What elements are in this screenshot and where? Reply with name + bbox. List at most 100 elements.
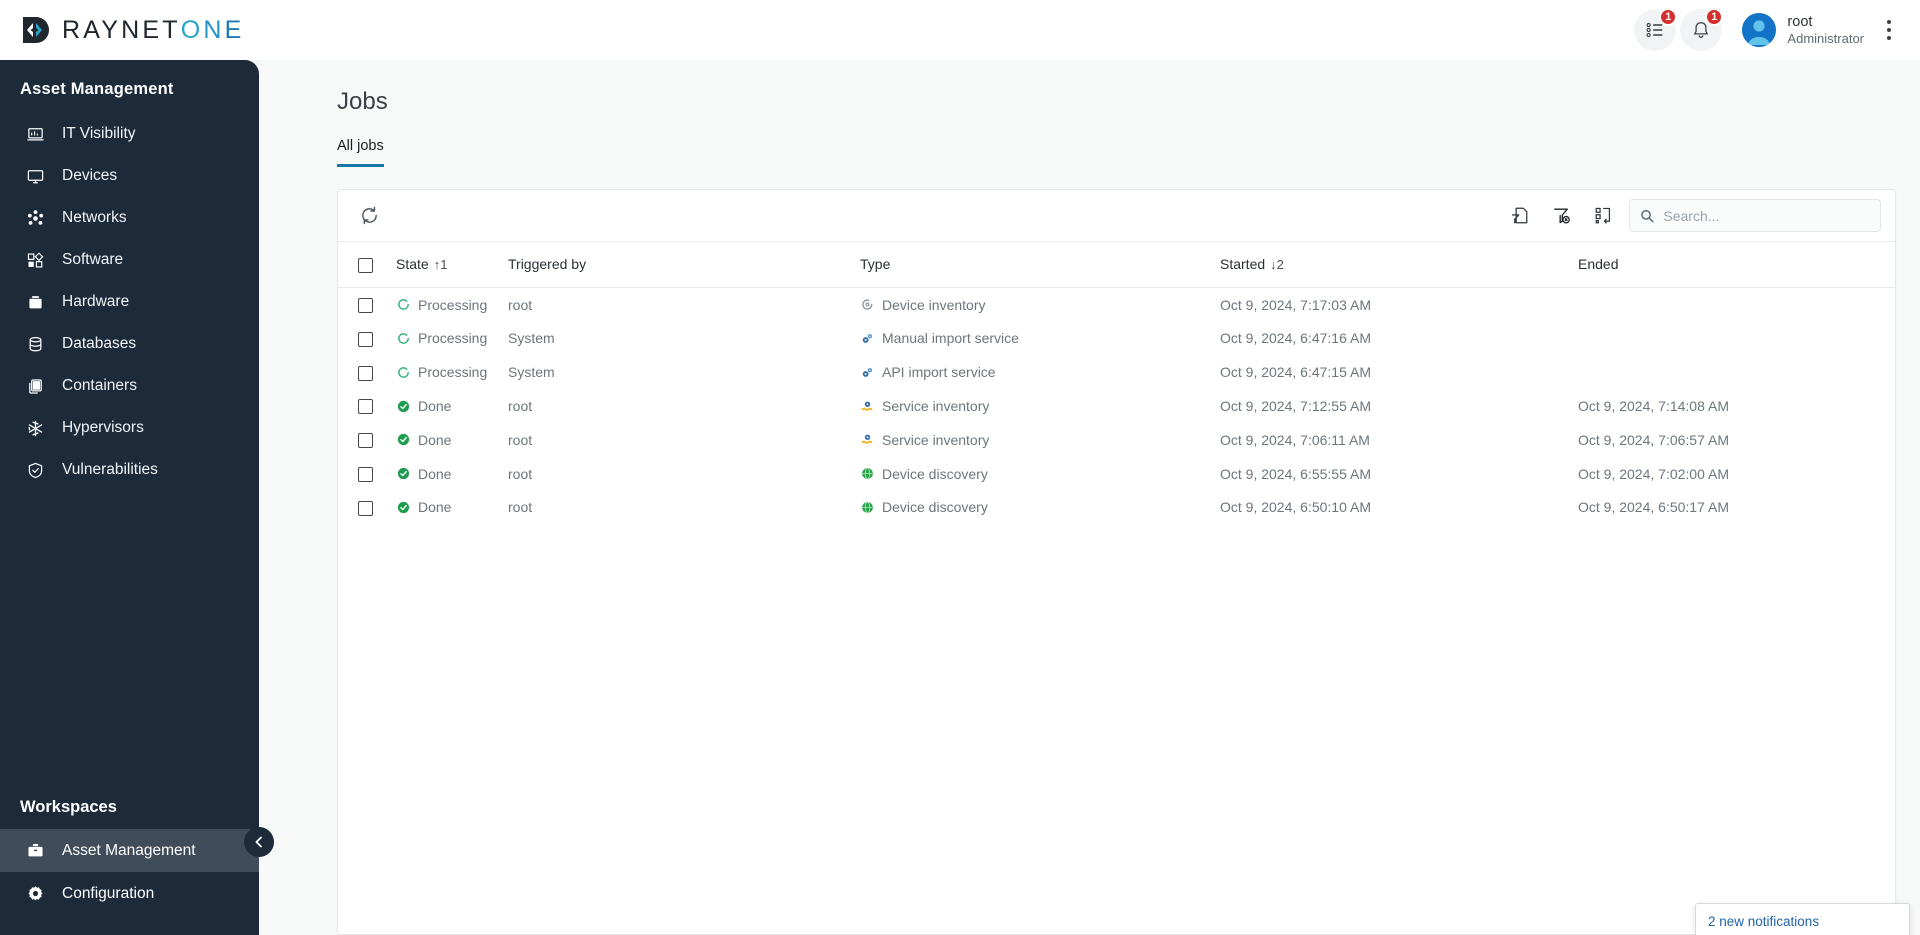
sidebar-workspace-configuration[interactable]: Configuration [0,872,259,915]
check-circle-icon [396,433,410,447]
cell-started: Oct 9, 2024, 6:47:15 AM [1220,364,1371,381]
spinner-icon [396,331,410,345]
table-row[interactable]: Processing root Device inventory Oct 9, … [338,287,1895,321]
sidebar-item-label: Networks [62,209,127,226]
sidebar-item-databases[interactable]: Databases [0,323,259,365]
toolbar-right-group [1503,199,1881,232]
brand-name-e: E [224,15,245,44]
sidebar-collapse-button[interactable] [244,827,274,857]
column-header-triggered-by[interactable]: Triggered by [508,242,860,288]
column-header-ended[interactable]: Ended [1578,242,1895,288]
shield-check-icon [25,460,46,481]
cell-type: Device inventory [860,287,1220,321]
search-input[interactable] [1663,207,1870,224]
cell-state: Done [396,491,508,525]
sidebar-item-containers[interactable]: Containers [0,365,259,407]
check-circle-icon [396,500,410,514]
task-list-button[interactable]: 1 [1634,8,1678,51]
sidebar-item-hardware[interactable]: Hardware [0,281,259,323]
column-label-triggered-by: Triggered by [508,256,587,273]
state-label: Processing [418,364,488,381]
sidebar-bottom-padding [0,915,259,935]
check-circle-icon [396,467,410,481]
top-bar-actions: 1 1 root Administrator [1634,8,1902,51]
tab-label: All jobs [337,138,384,154]
type-label: Device discovery [882,465,988,482]
refresh-button[interactable] [354,201,384,231]
table-row[interactable]: Processing System Manual import service … [338,322,1895,356]
tab-all-jobs[interactable]: All jobs [337,138,384,167]
row-checkbox[interactable] [358,467,373,483]
row-checkbox[interactable] [358,331,373,347]
table-row[interactable]: Done root Device discovery Oct 9, 2024, … [338,491,1895,525]
sidebar-item-vulnerabilities[interactable]: Vulnerabilities [0,449,259,491]
sidebar-item-label: Vulnerabilities [62,461,158,478]
row-checkbox[interactable] [358,500,373,516]
page-title: Jobs [337,88,388,115]
type-label: Device inventory [882,296,986,313]
import-service-icon [860,365,874,379]
search-icon [1641,209,1654,222]
brand-name-n: N [203,15,225,44]
table-row[interactable]: Done root Service inventory Oct 9, 2024,… [338,389,1895,423]
sidebar-section-title: Asset Management [20,80,174,98]
notification-toast[interactable]: 2 new notifications [1695,903,1910,935]
network-nodes-icon [25,208,46,229]
column-label-ended: Ended [1578,256,1619,273]
type-label: API import service [882,364,996,381]
cell-started: Oct 9, 2024, 7:12:55 AM [1220,398,1371,415]
row-checkbox[interactable] [358,433,373,449]
sidebar-workspaces-title: Workspaces [20,798,117,816]
reset-columns-button[interactable] [1587,200,1619,232]
user-name: root [1787,13,1813,30]
notifications-button[interactable]: 1 [1680,8,1724,51]
sidebar-item-label: Hardware [62,293,130,310]
user-menu[interactable]: root Administrator [1742,13,1864,47]
column-header-type[interactable]: Type [860,242,1220,288]
brand-name-o: O [180,15,204,44]
column-header-state[interactable]: State ↑1 [396,242,508,288]
table-row[interactable]: Done root Service inventory Oct 9, 2024,… [338,423,1895,457]
jobs-table-head: State ↑1 Triggered by Type Started ↓2 En… [338,242,1895,288]
column-header-started[interactable]: Started ↓2 [1220,242,1578,288]
jobs-panel: State↑1 Triggered by Type Started↓2 [337,189,1896,935]
row-checkbox[interactable] [358,298,373,314]
refresh-icon [361,206,377,225]
sidebar-item-software[interactable]: Software [0,239,259,281]
top-bar: RAYNET O N E 1 1 root Administrator [0,0,1920,60]
brand-logo[interactable]: RAYNET O N E [20,14,245,46]
sidebar-workspace-asset-management[interactable]: Asset Management [0,829,259,872]
reset-columns-icon [1595,207,1610,224]
cell-started: Oct 9, 2024, 7:17:03 AM [1220,296,1371,313]
sidebar-item-hypervisors[interactable]: Hypervisors [0,407,259,449]
cell-triggered-by: root [508,465,533,482]
avatar [1742,13,1777,47]
state-label: Processing [418,330,488,347]
cell-type: API import service [860,355,1220,389]
panel-toolbar [338,190,1895,242]
row-checkbox[interactable] [358,365,373,381]
save-filter-icon [1511,207,1527,224]
cell-state: Processing [396,355,508,389]
column-label-state: State [396,256,429,273]
containers-icon [25,376,46,397]
check-circle-icon [396,399,410,413]
jobs-table-body: Processing root Device inventory Oct 9, … [338,287,1895,524]
type-label: Service inventory [882,398,990,415]
row-select-cell [338,287,396,321]
sidebar-workspace-label: Configuration [62,884,155,902]
sidebar-item-devices[interactable]: Devices [0,155,259,197]
sidebar-item-networks[interactable]: Networks [0,197,259,239]
row-checkbox[interactable] [358,399,373,415]
table-row[interactable]: Done root Device discovery Oct 9, 2024, … [338,457,1895,491]
cell-type: Manual import service [860,322,1220,356]
search-box[interactable] [1629,199,1881,232]
kebab-menu-icon[interactable] [1876,9,1902,51]
clear-filter-button[interactable] [1545,200,1577,232]
save-filter-button[interactable] [1503,200,1535,232]
sidebar-item-it-visibility[interactable]: IT Visibility [0,113,259,155]
brand-name-primary: RAYNET [62,15,181,44]
table-row[interactable]: Processing System API import service Oct… [338,355,1895,389]
select-all-checkbox[interactable] [358,257,373,273]
blocks-icon [25,250,46,271]
